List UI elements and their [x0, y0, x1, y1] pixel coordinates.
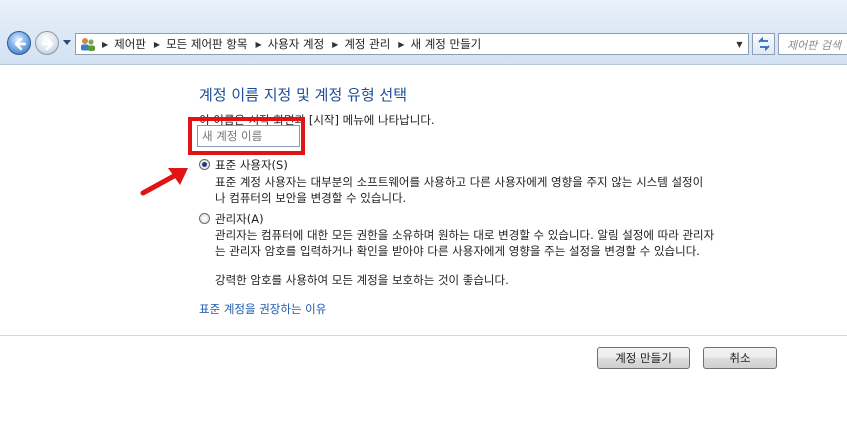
breadcrumb-create-account[interactable]: 새 계정 만들기 — [410, 36, 481, 52]
breadcrumb-control-panel[interactable]: 제어판 — [114, 36, 146, 52]
why-standard-account-link[interactable]: 표준 계정을 권장하는 이유 — [199, 301, 326, 317]
refresh-icon — [758, 36, 770, 52]
forward-button[interactable] — [35, 31, 59, 55]
recent-pages-dropdown-icon[interactable] — [63, 40, 71, 46]
account-name-input[interactable] — [197, 125, 300, 147]
address-dropdown-icon[interactable]: ▼ — [731, 34, 748, 54]
divider — [0, 335, 847, 336]
breadcrumb-separator-icon[interactable]: ▶ — [398, 40, 404, 49]
red-arrow-icon — [140, 168, 188, 196]
breadcrumb-manage-accounts[interactable]: 계정 관리 — [344, 36, 390, 52]
back-arrow-icon — [14, 37, 27, 51]
standard-user-radio[interactable] — [199, 159, 210, 170]
cancel-button[interactable]: 취소 — [703, 347, 777, 369]
administrator-label[interactable]: 관리자(A) — [215, 211, 264, 227]
create-account-button[interactable]: 계정 만들기 — [597, 347, 690, 369]
breadcrumb-separator-icon[interactable]: ▶ — [255, 40, 261, 49]
back-button[interactable] — [7, 31, 31, 55]
page-title: 계정 이름 지정 및 계정 유형 선택 — [199, 86, 408, 104]
breadcrumb-separator-icon[interactable]: ▶ — [102, 40, 108, 49]
breadcrumb-separator-icon[interactable]: ▶ — [154, 40, 160, 49]
address-bar[interactable]: ▶ 제어판 ▶ 모든 제어판 항목 ▶ 사용자 계정 ▶ 계정 관리 ▶ 새 계… — [75, 33, 749, 55]
refresh-button[interactable] — [752, 33, 775, 55]
search-input[interactable]: 제어판 검색 — [778, 33, 847, 55]
password-note: 강력한 암호를 사용하여 모든 계정을 보호하는 것이 좋습니다. — [215, 273, 509, 287]
navigation-bar: ▶ 제어판 ▶ 모든 제어판 항목 ▶ 사용자 계정 ▶ 계정 관리 ▶ 새 계… — [0, 0, 847, 65]
breadcrumb: ▶ 제어판 ▶ 모든 제어판 항목 ▶ 사용자 계정 ▶ 계정 관리 ▶ 새 계… — [102, 34, 481, 54]
administrator-description: 관리자는 컴퓨터에 대한 모든 권한을 소유하며 원하는 대로 변경할 수 있습… — [215, 228, 715, 258]
standard-user-description: 표준 계정 사용자는 대부분의 소프트웨어를 사용하고 다른 사용자에게 영향을… — [215, 175, 704, 205]
breadcrumb-user-accounts[interactable]: 사용자 계정 — [268, 36, 325, 52]
breadcrumb-all-items[interactable]: 모든 제어판 항목 — [166, 36, 247, 52]
standard-user-label[interactable]: 표준 사용자(S) — [215, 157, 288, 173]
users-control-panel-icon — [81, 38, 95, 51]
breadcrumb-separator-icon[interactable]: ▶ — [332, 40, 338, 49]
forward-arrow-icon — [41, 37, 54, 51]
administrator-radio[interactable] — [199, 213, 210, 224]
